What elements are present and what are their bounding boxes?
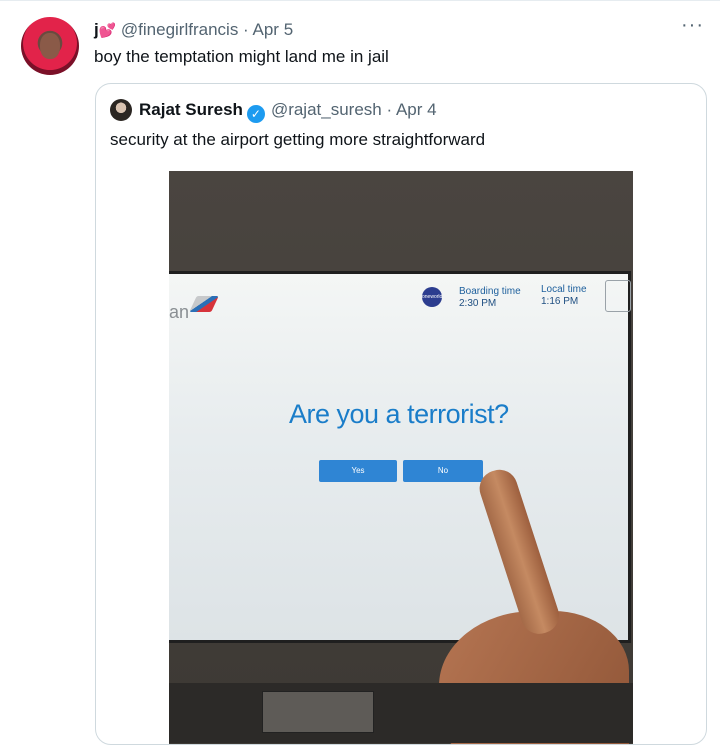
kiosk-question: Are you a terrorist? bbox=[289, 399, 509, 429]
top-divider bbox=[0, 0, 720, 1]
heart-emoji-icon: 💕 bbox=[98, 22, 117, 38]
avatar[interactable] bbox=[21, 17, 79, 75]
tweet-text: boy the temptation might land me in jail bbox=[94, 47, 389, 66]
verified-badge-icon: ✓ bbox=[246, 105, 265, 123]
quoted-header: Rajat Suresh ✓ @rajat_suresh · Apr 4 bbox=[139, 98, 437, 123]
more-options-icon[interactable]: ··· bbox=[681, 14, 704, 37]
quoted-handle[interactable]: @rajat_suresh bbox=[271, 100, 382, 119]
kiosk-panel bbox=[262, 691, 374, 733]
tweet-date[interactable]: Apr 5 bbox=[253, 20, 294, 39]
kiosk-side-button bbox=[605, 280, 631, 312]
separator-dot: · bbox=[243, 20, 249, 39]
quoted-text: security at the airport getting more str… bbox=[110, 130, 486, 149]
quoted-separator-dot: · bbox=[386, 100, 393, 119]
boarding-time-label: Boarding time bbox=[459, 286, 521, 297]
kiosk-yes-button: Yes bbox=[319, 460, 397, 482]
user-handle[interactable]: @finegirlfrancis bbox=[121, 20, 238, 39]
kiosk-photo[interactable]: an oneworld Boarding time 2:30 PM Local … bbox=[169, 171, 633, 744]
boarding-time-block: Boarding time 2:30 PM bbox=[459, 286, 521, 310]
quoted-avatar[interactable] bbox=[110, 99, 132, 121]
local-time-value: 1:16 PM bbox=[541, 296, 579, 307]
oneworld-logo-icon: oneworld bbox=[422, 287, 442, 307]
airline-logo-icon bbox=[189, 296, 219, 312]
boarding-time-value: 2:30 PM bbox=[459, 298, 497, 309]
tweet-header: j💕 @finegirlfrancis · Apr 5 bbox=[94, 19, 293, 41]
kiosk-screen: an oneworld Boarding time 2:30 PM Local … bbox=[169, 271, 631, 643]
quoted-display-name[interactable]: Rajat Suresh bbox=[139, 100, 243, 119]
local-time-label: Local time bbox=[541, 284, 587, 295]
airline-brand-text: an bbox=[169, 302, 190, 322]
local-time-block: Local time 1:16 PM bbox=[541, 284, 587, 308]
kiosk-no-button: No bbox=[403, 460, 483, 482]
quoted-date[interactable]: Apr 4 bbox=[396, 100, 437, 119]
kiosk-base bbox=[169, 683, 633, 743]
quoted-tweet[interactable]: Rajat Suresh ✓ @rajat_suresh · Apr 4 secur… bbox=[95, 83, 707, 745]
avatar-face bbox=[40, 33, 60, 59]
